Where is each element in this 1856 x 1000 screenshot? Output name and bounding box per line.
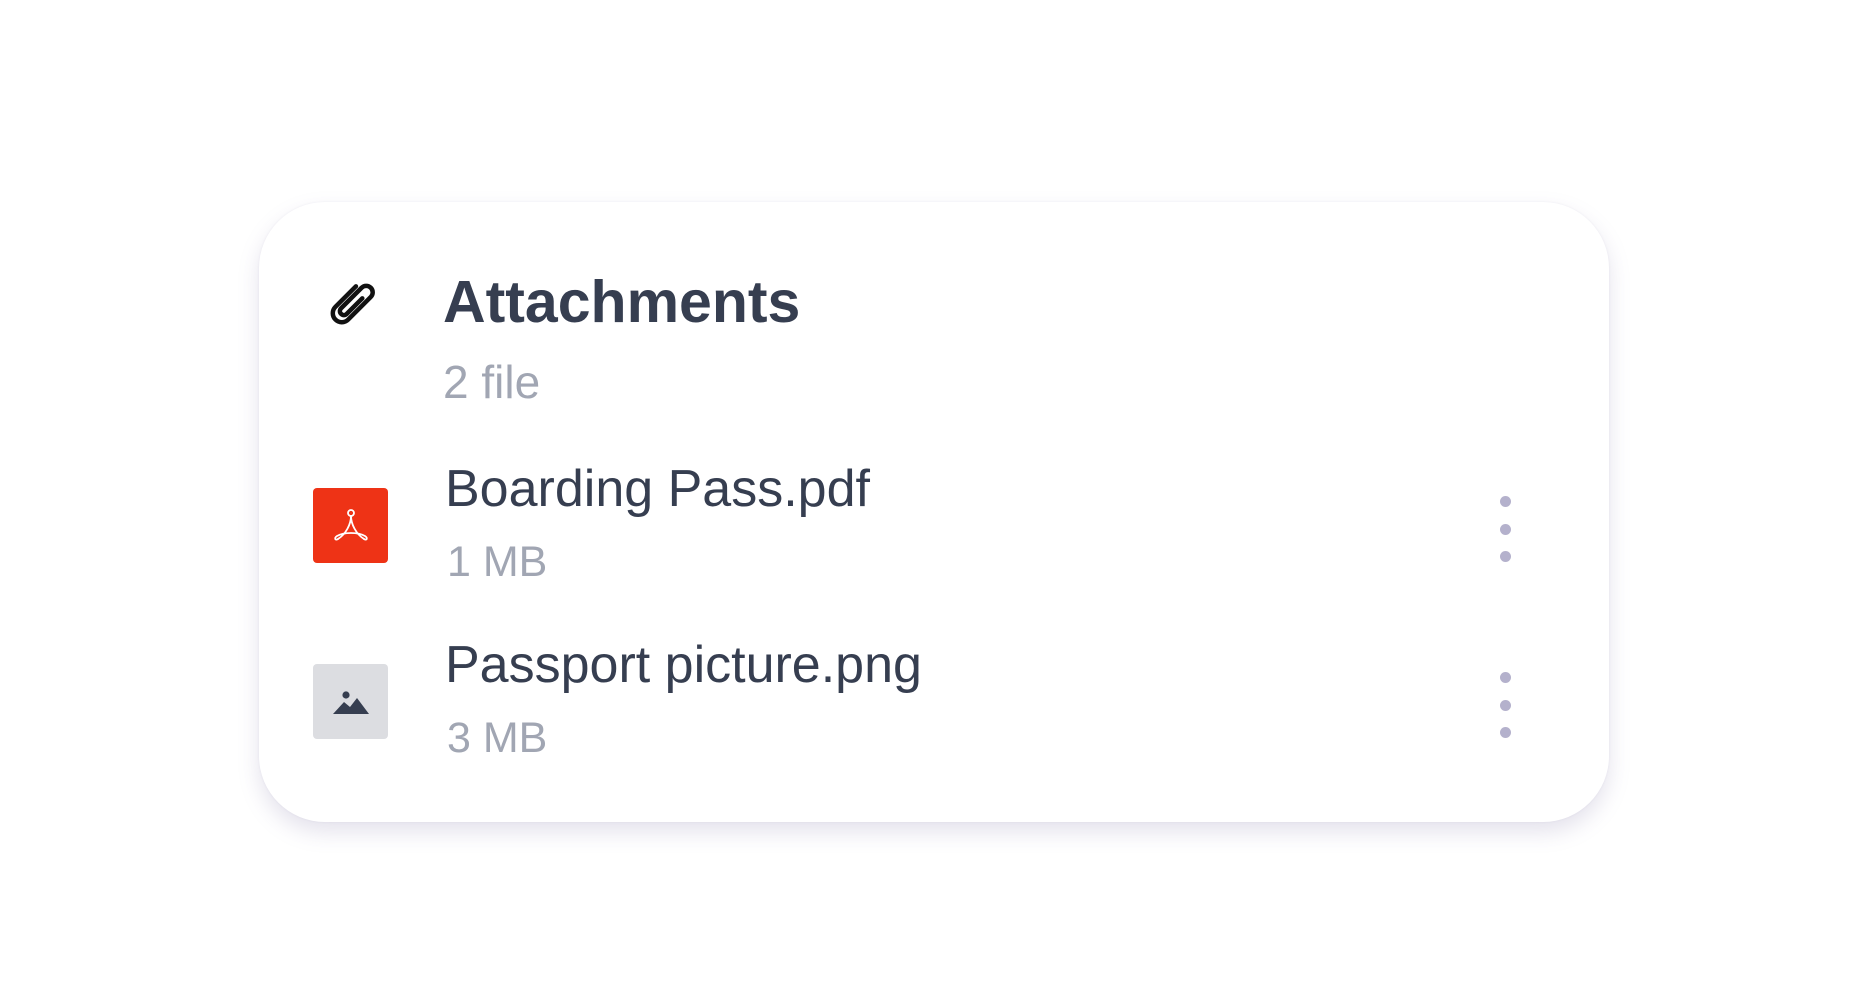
attachments-title: Attachments (443, 269, 801, 335)
attachment-item-boarding-pass[interactable]: Boarding Pass.pdf 1 MB (313, 454, 1553, 604)
more-vertical-icon (1499, 551, 1511, 562)
image-file-icon (313, 664, 388, 739)
more-vertical-icon (1499, 699, 1511, 711)
more-vertical-icon (1499, 496, 1511, 507)
attachment-item-passport-picture[interactable]: Passport picture.png 3 MB (313, 630, 1553, 780)
attachment-file-size: 3 MB (447, 714, 548, 762)
more-vertical-icon (1499, 523, 1511, 535)
attachments-count: 2 file (443, 356, 541, 408)
attachment-file-name: Passport picture.png (445, 636, 922, 694)
more-options-button[interactable] (1485, 488, 1525, 570)
attachment-file-name: Boarding Pass.pdf (445, 460, 870, 518)
more-vertical-icon (1499, 727, 1511, 738)
attachments-card: Attachments 2 file Boarding Pass.pdf 1 M… (259, 202, 1609, 822)
attachment-file-size: 1 MB (447, 538, 548, 586)
pdf-file-icon (313, 488, 388, 563)
paperclip-icon (315, 268, 387, 340)
more-vertical-icon (1499, 672, 1511, 683)
more-options-button[interactable] (1485, 664, 1525, 746)
